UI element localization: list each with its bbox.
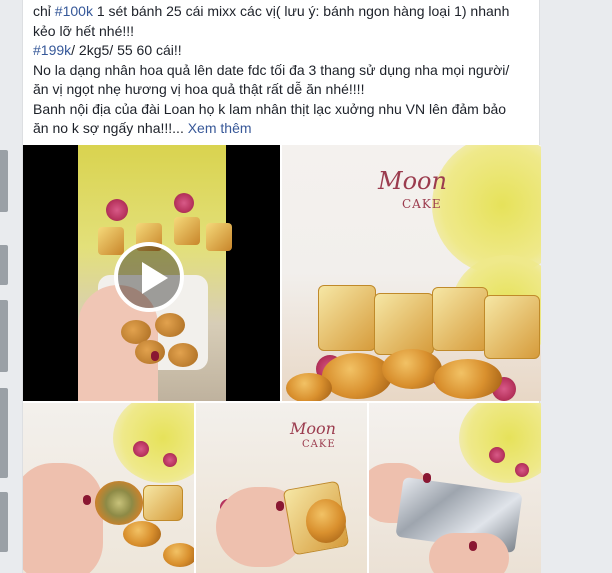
mooncake-pack — [206, 223, 232, 251]
post-text: chỉ #100k 1 sét bánh 25 cái mixx các vị(… — [33, 2, 533, 139]
flower-decoration — [106, 199, 128, 221]
hand — [23, 463, 103, 573]
mooncake-pack — [98, 227, 124, 255]
right-column-strip — [540, 0, 612, 573]
photo-tile[interactable] — [369, 403, 541, 573]
logo-text: CAKE — [302, 439, 336, 450]
nail — [151, 351, 159, 361]
flower-decoration — [489, 447, 505, 463]
left-thumbnail[interactable] — [0, 492, 8, 552]
mooncake-pack — [174, 217, 200, 245]
mooncake — [434, 359, 502, 399]
photo-tile[interactable] — [23, 403, 194, 573]
hashtag-link[interactable]: #100k — [55, 3, 93, 19]
nail — [276, 501, 284, 511]
logo-text: Moon — [378, 167, 447, 195]
mooncake-pack — [143, 485, 183, 521]
left-thumbnail[interactable] — [0, 300, 8, 372]
post-line: ăn no k sợ ngấy nha!!!... Xem thêm — [33, 119, 533, 139]
mooncake — [286, 373, 332, 401]
left-column-strip — [0, 0, 8, 573]
post-line: chỉ #100k 1 sét bánh 25 cái mixx các vị(… — [33, 2, 533, 22]
logo-text: CAKE — [402, 197, 442, 211]
nail — [423, 473, 431, 483]
mooncake-pack — [374, 293, 434, 355]
hand — [429, 533, 509, 573]
see-more-link[interactable]: Xem thêm — [188, 120, 252, 136]
photo-grid: Moon CAKE Moon CAKE — [23, 145, 541, 573]
video-tile[interactable] — [23, 145, 280, 401]
yellow-decoration — [113, 403, 194, 483]
post-line: ăn vị ngọt nhẹ hương vị hoa quả thật rất… — [33, 81, 365, 97]
mooncake — [163, 543, 194, 567]
post-line: kẻo lỡ hết nhé!!! — [33, 22, 135, 39]
feed-post: chỉ #100k 1 sét bánh 25 cái mixx các vị(… — [22, 0, 541, 573]
mooncake — [168, 343, 198, 367]
mooncake — [306, 499, 346, 543]
mooncake — [382, 349, 442, 389]
mooncake-pack — [484, 295, 540, 359]
text: ăn no k sợ ngấy nha!!!... — [33, 120, 184, 136]
flower-decoration — [163, 453, 177, 467]
left-thumbnail[interactable] — [0, 388, 8, 478]
left-thumbnail[interactable] — [0, 245, 8, 285]
flower-decoration — [133, 441, 149, 457]
flower-decoration — [515, 463, 529, 477]
post-line: Banh nội địa của đài Loan họ k lam nhân … — [33, 100, 507, 117]
nail — [83, 495, 91, 505]
mooncake — [135, 340, 165, 364]
flower-decoration — [174, 193, 194, 213]
mooncake — [322, 353, 392, 399]
text: chỉ — [33, 3, 55, 19]
post-line: #199k/ 2kg5/ 55 60 cái!! — [33, 41, 533, 61]
post-line: No la dạng nhân hoa quả lên date fdc tối… — [33, 61, 510, 78]
mooncake — [155, 313, 185, 337]
text: 1 sét bánh 25 cái mixx các vị( lưu ý: bá… — [92, 3, 510, 19]
yellow-decoration — [432, 145, 541, 275]
nail — [469, 541, 477, 551]
logo-text: Moon — [290, 419, 336, 438]
cut-mooncake — [95, 481, 143, 525]
mooncake — [123, 521, 161, 547]
hashtag-link[interactable]: #199k — [33, 42, 71, 58]
play-button[interactable] — [114, 242, 184, 312]
mooncake-pack — [318, 285, 376, 351]
mooncake-pack — [432, 287, 488, 351]
play-icon — [142, 262, 168, 294]
text: / 2kg5/ 55 60 cái!! — [71, 42, 182, 58]
photo-tile[interactable]: Moon CAKE — [282, 145, 541, 401]
left-thumbnail[interactable] — [0, 150, 8, 212]
photo-tile[interactable]: Moon CAKE — [196, 403, 367, 573]
